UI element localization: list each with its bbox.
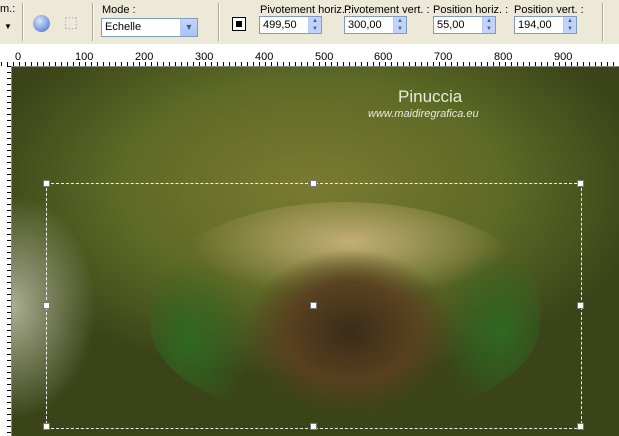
pivot-vert-label: Pivotement vert. : <box>344 4 430 16</box>
pivot-horiz-label: Pivotement horiz. : <box>260 4 352 16</box>
resize-handle-bottom[interactable] <box>310 423 317 430</box>
ruler-label: 900 <box>554 51 573 63</box>
toolbar-separator <box>218 3 220 41</box>
vertical-ruler <box>0 66 12 436</box>
resize-handle-bottom-right[interactable] <box>577 423 584 430</box>
canvas-title: Pinuccia <box>398 87 463 106</box>
position-horiz-spinner[interactable]: ▲ ▼ <box>482 17 495 33</box>
ruler-label: 800 <box>494 51 513 63</box>
toolbar-separator <box>602 3 604 41</box>
ruler-label: 400 <box>255 51 274 63</box>
toolbar-separator <box>92 3 94 41</box>
pivot-handle[interactable] <box>310 302 317 309</box>
toolbar: m.: ▼ ⬚ Mode : Echelle ▼ Pivotement hori… <box>0 0 619 45</box>
reset-button[interactable] <box>33 15 50 32</box>
resize-handle-top-left[interactable] <box>43 180 50 187</box>
horizontal-ruler: 0 100 200 300 400 500 600 700 800 900 <box>0 44 619 67</box>
position-horiz-input[interactable]: 55,00 ▲ ▼ <box>433 16 496 34</box>
canvas-url: www.maidiregrafica.eu <box>368 108 479 120</box>
resize-handle-top[interactable] <box>310 180 317 187</box>
resize-handle-left[interactable] <box>43 302 50 309</box>
dropdown-arrow-icon[interactable]: ▼ <box>4 22 12 31</box>
position-vert-input[interactable]: 194,00 ▲ ▼ <box>514 16 577 34</box>
chevron-down-icon[interactable]: ▼ <box>180 19 197 36</box>
toolbar-left-label: m.: <box>0 3 16 15</box>
position-vert-spinner[interactable]: ▲ ▼ <box>563 17 576 33</box>
ruler-label: 700 <box>434 51 453 63</box>
pivot-vert-input[interactable]: 300,00 ▲ ▼ <box>344 16 407 34</box>
vertical-ruler-ticks <box>0 66 11 436</box>
resize-handle-top-right[interactable] <box>577 180 584 187</box>
resize-handle-bottom-left[interactable] <box>43 423 50 430</box>
ruler-label: 0 <box>15 51 22 63</box>
position-horiz-value: 55,00 <box>437 19 465 31</box>
position-vert-value: 194,00 <box>518 19 552 31</box>
pivot-vert-value: 300,00 <box>348 19 382 31</box>
pick-tool-button[interactable]: ⬚ <box>62 14 80 32</box>
pivot-horiz-spinner[interactable]: ▲ ▼ <box>308 17 321 33</box>
transform-icon[interactable] <box>232 17 246 31</box>
resize-handle-right[interactable] <box>577 302 584 309</box>
ruler-label: 500 <box>315 51 334 63</box>
ruler-label: 300 <box>195 51 214 63</box>
position-horiz-label: Position horiz. : <box>433 4 509 16</box>
ruler-label: 200 <box>135 51 154 63</box>
mode-select-value: Echelle <box>105 21 142 33</box>
ruler-label: 600 <box>374 51 393 63</box>
pivot-horiz-value: 499,50 <box>263 19 297 31</box>
position-vert-label: Position vert. : <box>514 4 584 16</box>
mode-label: Mode : <box>102 4 136 16</box>
pivot-vert-spinner[interactable]: ▲ ▼ <box>393 17 406 33</box>
mode-select[interactable]: Echelle ▼ <box>101 18 198 37</box>
toolbar-separator <box>22 3 24 41</box>
pivot-horiz-input[interactable]: 499,50 ▲ ▼ <box>259 16 322 34</box>
ruler-label: 100 <box>75 51 94 63</box>
selection-marquee[interactable] <box>43 180 584 430</box>
